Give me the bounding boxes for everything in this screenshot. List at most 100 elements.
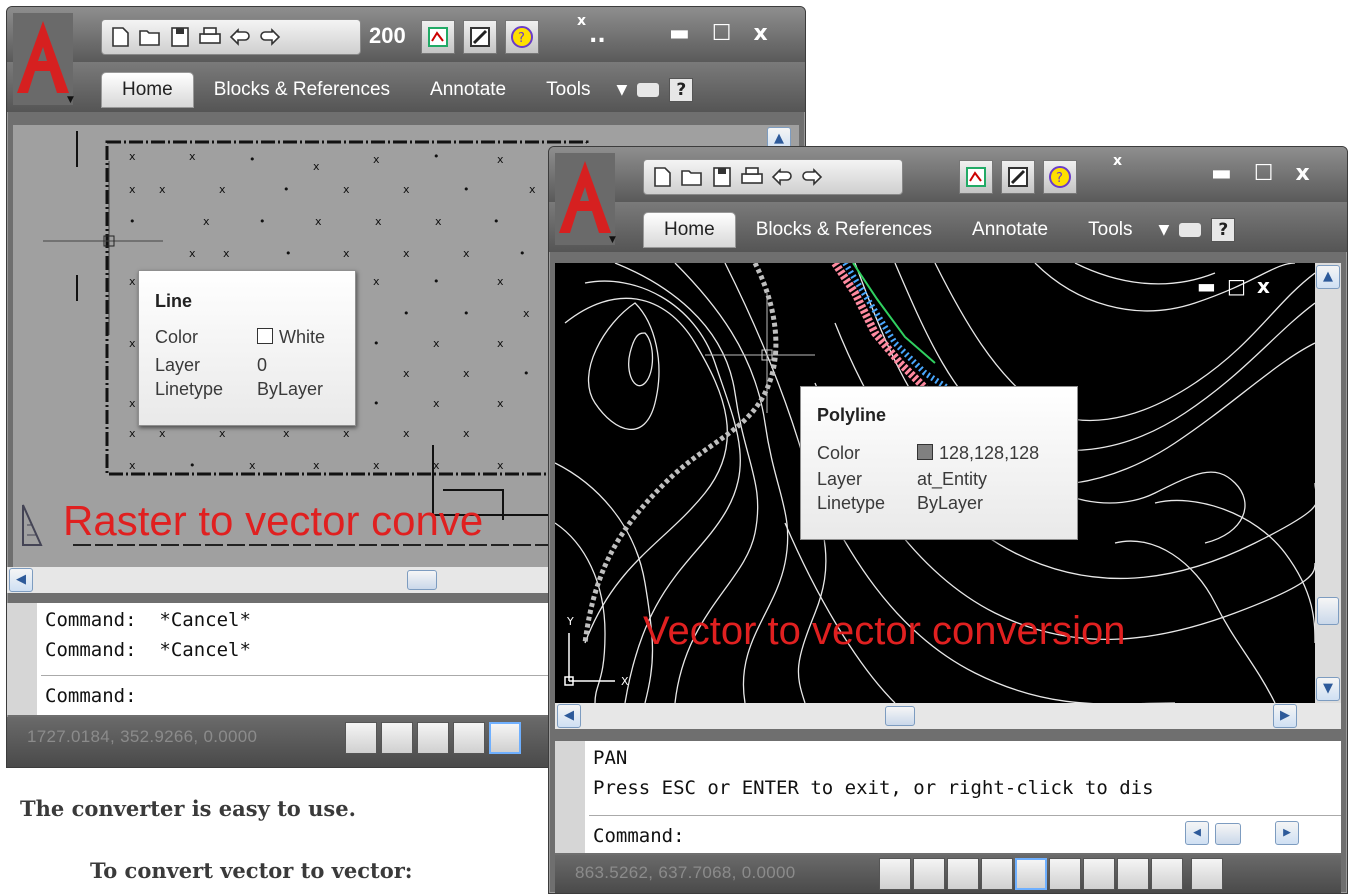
cursor-coordinates: 1727.0184, 352.9266, 0.0000 [27, 727, 258, 746]
tab-home[interactable]: Home [101, 72, 194, 108]
right-scroll-left-icon[interactable]: ◀ [557, 704, 581, 728]
right-scroll-down-icon[interactable]: ▼ [1316, 677, 1340, 701]
tab-home[interactable]: Home [643, 212, 736, 248]
right-scroll-up-icon[interactable]: ▲ [1316, 265, 1340, 289]
cmd-scroll-right-icon[interactable]: ▶ [1275, 821, 1299, 845]
tabs-overflow-icon[interactable]: ▼ [616, 82, 627, 98]
tab-blocks-references[interactable]: Blocks & References [736, 213, 952, 247]
minimize-icon[interactable]: ▬ [1211, 161, 1232, 186]
new-icon[interactable] [108, 25, 132, 49]
model-toggle-icon[interactable] [1191, 858, 1223, 890]
svg-text:x: x [497, 459, 504, 472]
command-window-grip[interactable] [7, 603, 37, 715]
close-icon[interactable]: x [1296, 161, 1310, 186]
grid-toggle-icon[interactable] [381, 722, 413, 754]
svg-text:?: ? [1056, 171, 1063, 186]
minimize-icon[interactable]: ▬ [669, 21, 690, 46]
right-vertical-scrollbar[interactable]: ▲ ▼ [1315, 263, 1341, 703]
right-status-bar: 863.5262, 637.7068, 0.0000 [555, 855, 1341, 893]
right-scroll-right-icon[interactable]: ▶ [1273, 704, 1297, 728]
ortho-toggle-icon[interactable] [947, 858, 979, 890]
raster-tool-icon[interactable] [959, 160, 993, 194]
right-extra-toolbar: ? [959, 159, 1077, 195]
application-menu-logo-icon[interactable] [13, 13, 73, 105]
minimize-ribbon-icon[interactable] [637, 83, 660, 97]
tab-tools[interactable]: Tools [526, 73, 610, 107]
vectorize-tool-icon[interactable] [1001, 160, 1035, 194]
maximize-icon[interactable]: ☐ [712, 21, 732, 46]
ducs-toggle-icon[interactable] [1083, 858, 1115, 890]
left-hscroll-thumb[interactable] [407, 570, 437, 590]
tabs-overflow-icon[interactable]: ▼ [1158, 222, 1169, 238]
lwt-toggle-icon[interactable] [1151, 858, 1183, 890]
ortho-toggle-icon[interactable] [417, 722, 449, 754]
redo-icon[interactable] [258, 25, 282, 49]
ucs-y-label: Y [566, 615, 574, 628]
raster-to-vector-label: Raster to vector conve [63, 497, 484, 544]
polyline-property-tooltip: Polyline Color 128,128,128 Layer at_Enti… [800, 386, 1078, 540]
svg-text:x: x [313, 160, 320, 173]
svg-text:•: • [523, 367, 530, 380]
help-icon[interactable]: ? [1211, 218, 1236, 242]
left-ribbon-tabs: Home Blocks & References Annotate Tools … [101, 72, 694, 108]
dyn-toggle-icon[interactable] [1117, 858, 1149, 890]
print-icon[interactable] [740, 165, 764, 189]
help-bulb-icon[interactable]: ? [505, 20, 539, 54]
print-icon[interactable] [198, 25, 222, 49]
command-window-grip[interactable] [555, 741, 585, 853]
polar-toggle-icon[interactable] [453, 722, 485, 754]
svg-text:x: x [159, 183, 166, 196]
svg-text:•: • [433, 150, 440, 163]
svg-text:x: x [523, 307, 530, 320]
left-scroll-left-icon[interactable]: ◀ [9, 568, 33, 592]
svg-text:x: x [435, 215, 442, 228]
viewport-close-icon[interactable]: x [1257, 274, 1270, 298]
open-icon[interactable] [680, 165, 704, 189]
undo-icon[interactable] [228, 25, 252, 49]
svg-text:x: x [433, 337, 440, 350]
save-icon[interactable] [710, 165, 734, 189]
command-prompt[interactable]: Command: [45, 685, 137, 707]
toolbar-close-x[interactable]: x [1113, 153, 1122, 169]
tooltip-color-value: White [257, 327, 325, 348]
close-icon[interactable]: x [754, 21, 768, 46]
open-icon[interactable] [138, 25, 162, 49]
viewport-restore-icon[interactable]: □ [1227, 274, 1246, 298]
maximize-icon[interactable]: ☐ [1254, 161, 1274, 186]
viewport-minimize-icon[interactable]: ▬ [1197, 274, 1216, 298]
osnap-toggle-icon[interactable] [489, 722, 521, 754]
app-menu-dropdown-icon[interactable]: ▼ [609, 235, 616, 245]
help-icon[interactable]: ? [669, 78, 694, 102]
tooltip-layer-value: at_Entity [917, 469, 988, 489]
save-icon[interactable] [168, 25, 192, 49]
raster-tool-icon[interactable] [421, 20, 455, 54]
snap-toggle-icon[interactable] [345, 722, 377, 754]
command-prompt[interactable]: Command: [593, 825, 685, 847]
toolbar-close-x[interactable]: x [577, 13, 586, 29]
tab-blocks-references[interactable]: Blocks & References [194, 73, 410, 107]
new-icon[interactable] [650, 165, 674, 189]
svg-text:x: x [129, 459, 136, 472]
osnap-toggle-icon[interactable] [1015, 858, 1047, 890]
tab-annotate[interactable]: Annotate [410, 73, 526, 107]
svg-text:x: x [463, 427, 470, 440]
cmd-scroll-left-icon[interactable]: ◀ [1185, 821, 1209, 845]
application-menu-logo-icon[interactable] [555, 153, 615, 245]
right-hscroll-thumb[interactable] [885, 706, 915, 726]
polar-toggle-icon[interactable] [981, 858, 1013, 890]
right-vscroll-thumb[interactable] [1317, 597, 1339, 625]
left-quick-access-toolbar [101, 19, 361, 55]
minimize-ribbon-icon[interactable] [1179, 223, 1202, 237]
help-bulb-icon[interactable]: ? [1043, 160, 1077, 194]
tab-tools[interactable]: Tools [1068, 213, 1152, 247]
tab-annotate[interactable]: Annotate [952, 213, 1068, 247]
otrack-toggle-icon[interactable] [1049, 858, 1081, 890]
grid-toggle-icon[interactable] [913, 858, 945, 890]
cmd-scroll-thumb[interactable] [1215, 823, 1241, 845]
redo-icon[interactable] [800, 165, 824, 189]
undo-icon[interactable] [770, 165, 794, 189]
snap-toggle-icon[interactable] [879, 858, 911, 890]
right-horizontal-scrollbar[interactable]: ◀ ▶ [555, 703, 1341, 729]
app-menu-dropdown-icon[interactable]: ▼ [67, 95, 74, 105]
vectorize-tool-icon[interactable] [463, 20, 497, 54]
